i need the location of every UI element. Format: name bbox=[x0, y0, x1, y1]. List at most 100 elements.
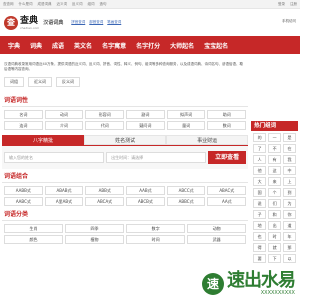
sidebar-item[interactable]: 他 bbox=[253, 166, 267, 175]
sidebar-item[interactable]: 就 bbox=[268, 243, 282, 252]
pos-item[interactable]: 拟声词 bbox=[166, 110, 206, 119]
theme-item[interactable]: 时间 bbox=[126, 235, 186, 244]
tag-button[interactable]: 近义词 bbox=[28, 77, 52, 87]
topbar-link[interactable]: 近义词 bbox=[57, 2, 68, 7]
sidebar-item[interactable]: 和 bbox=[268, 210, 282, 219]
header-link-stroke[interactable]: 笔画查词 bbox=[107, 20, 121, 25]
login-link[interactable]: 登录 bbox=[278, 2, 285, 7]
theme-item[interactable]: 生肖 bbox=[4, 224, 64, 233]
sidebar-item[interactable]: 大 bbox=[253, 177, 267, 186]
sidebar-item[interactable]: 的 bbox=[253, 133, 267, 142]
topbar-link[interactable]: 查查网 bbox=[3, 2, 14, 7]
pos-item[interactable]: 量词 bbox=[166, 121, 206, 130]
sidebar-item[interactable]: 们 bbox=[268, 199, 282, 208]
topbar-link[interactable]: 反义词 bbox=[72, 2, 83, 7]
sidebar-item[interactable]: 也 bbox=[253, 232, 267, 241]
sidebar-item[interactable]: 到 bbox=[283, 188, 296, 197]
topbar-link[interactable]: 什么是词 bbox=[19, 2, 33, 7]
combo-item[interactable]: ABAC式 bbox=[207, 186, 247, 195]
combo-item[interactable]: ABCC式 bbox=[166, 186, 206, 195]
sidebar-item[interactable]: 有 bbox=[268, 155, 282, 164]
theme-item[interactable]: 四季 bbox=[65, 224, 125, 233]
tab-name-test[interactable]: 姓名测试 bbox=[84, 135, 167, 145]
tag-button[interactable]: 词组 bbox=[4, 77, 24, 87]
nav-item[interactable]: 英文名 bbox=[69, 41, 97, 50]
sidebar-item[interactable]: 说 bbox=[253, 199, 267, 208]
sidebar-item[interactable]: 子 bbox=[253, 210, 267, 219]
theme-item[interactable]: 植物 bbox=[65, 235, 125, 244]
nav-item[interactable]: 名字寓意 bbox=[97, 41, 131, 50]
header-link-pinyin[interactable]: 拼音查词 bbox=[71, 20, 85, 25]
pos-item[interactable]: 疑问词 bbox=[126, 121, 165, 130]
sidebar-item[interactable]: 得 bbox=[253, 243, 267, 252]
nav-item[interactable]: 成语 bbox=[47, 41, 69, 50]
pos-item[interactable]: 形容词 bbox=[85, 110, 125, 119]
combo-item[interactable]: AAB式 bbox=[126, 186, 165, 195]
sidebar-item[interactable]: 你 bbox=[283, 210, 296, 219]
topbar-link[interactable]: 组词 bbox=[88, 2, 95, 7]
nav-item[interactable]: 字典 bbox=[3, 41, 25, 50]
tab-career[interactable]: 事业财运 bbox=[166, 135, 249, 145]
combo-item[interactable]: AABC式 bbox=[4, 197, 43, 206]
theme-item[interactable]: 颜色 bbox=[4, 235, 64, 244]
sidebar-item[interactable]: 出 bbox=[268, 221, 282, 230]
pos-item[interactable]: 副词 bbox=[126, 110, 165, 119]
pos-item[interactable]: 动词 bbox=[44, 110, 84, 119]
tag-button[interactable]: 反义词 bbox=[56, 77, 80, 87]
sidebar-item[interactable]: 一 bbox=[268, 133, 282, 142]
sidebar-item[interactable]: 不 bbox=[268, 144, 282, 153]
birth-date-select[interactable]: 出生时间：请选择 bbox=[106, 152, 207, 163]
nav-item[interactable]: 宝宝起名 bbox=[199, 41, 233, 50]
sidebar-item[interactable]: 在 bbox=[283, 144, 296, 153]
sidebar-item[interactable]: 中 bbox=[283, 166, 296, 175]
mobile-link[interactable]: 手机访问 bbox=[282, 19, 296, 24]
sidebar-item[interactable]: 地 bbox=[253, 221, 267, 230]
sidebar-item[interactable]: 下 bbox=[268, 254, 282, 263]
name-input[interactable]: 输入您的姓名 bbox=[4, 152, 105, 163]
sidebar-item[interactable]: 个 bbox=[268, 188, 282, 197]
nav-item[interactable]: 名字打分 bbox=[131, 41, 165, 50]
sidebar-item[interactable]: 那 bbox=[283, 243, 296, 252]
sidebar-item[interactable]: 人 bbox=[253, 155, 267, 164]
theme-item[interactable]: 武器 bbox=[187, 235, 247, 244]
logo-icon[interactable]: 查 bbox=[4, 15, 18, 30]
theme-item[interactable]: 动物 bbox=[187, 224, 247, 233]
sidebar-item[interactable]: 为 bbox=[283, 199, 296, 208]
combo-item[interactable]: ABCB式 bbox=[126, 197, 165, 206]
pos-item[interactable]: 助词 bbox=[207, 110, 247, 119]
topbar-link[interactable]: 成语词典 bbox=[38, 2, 52, 7]
combo-item[interactable]: ABAB式 bbox=[44, 186, 84, 195]
submit-button[interactable]: 立即查看 bbox=[208, 151, 247, 164]
topbar-link[interactable]: 造句 bbox=[100, 2, 107, 7]
pos-item[interactable]: 介词 bbox=[44, 121, 84, 130]
sidebar-item[interactable]: 要 bbox=[253, 254, 267, 263]
sidebar-item[interactable]: 我 bbox=[283, 155, 296, 164]
sidebar-item[interactable]: 了 bbox=[253, 144, 267, 153]
pos-item[interactable]: 代词 bbox=[85, 121, 125, 130]
nav-item[interactable]: 词典 bbox=[25, 41, 47, 50]
sidebar-item[interactable]: 是 bbox=[283, 133, 296, 142]
combo-item[interactable]: ABB式 bbox=[85, 186, 125, 195]
sidebar-item[interactable]: 以 bbox=[283, 254, 296, 263]
sidebar-item[interactable]: 上 bbox=[283, 177, 296, 186]
header-link-radical[interactable]: 部首查词 bbox=[89, 20, 103, 25]
sidebar-item[interactable]: 年 bbox=[283, 232, 296, 241]
sidebar-item[interactable]: 道 bbox=[283, 221, 296, 230]
pos-item[interactable]: 连词 bbox=[4, 121, 43, 130]
combo-item[interactable]: AABB式 bbox=[4, 186, 43, 195]
logo[interactable]: 查典 chadian.com bbox=[20, 16, 39, 30]
pos-item[interactable]: 数词 bbox=[207, 121, 247, 130]
combo-item[interactable]: AA式 bbox=[207, 197, 247, 206]
sidebar-item[interactable]: 时 bbox=[268, 232, 282, 241]
sidebar-item[interactable]: 来 bbox=[268, 177, 282, 186]
sidebar-item[interactable]: 国 bbox=[253, 188, 267, 197]
combo-item[interactable]: ABBC式 bbox=[166, 197, 206, 206]
tab-bazi[interactable]: 八字精批 bbox=[2, 135, 85, 145]
pos-item[interactable]: 名词 bbox=[4, 110, 43, 119]
nav-item[interactable]: 大师起名 bbox=[165, 41, 199, 50]
theme-item[interactable]: 数字 bbox=[126, 224, 186, 233]
combo-item[interactable]: ABCA式 bbox=[85, 197, 125, 206]
register-link[interactable]: 注册 bbox=[290, 2, 297, 7]
sidebar-item[interactable]: 这 bbox=[268, 166, 282, 175]
combo-item[interactable]: A里AB式 bbox=[44, 197, 84, 206]
